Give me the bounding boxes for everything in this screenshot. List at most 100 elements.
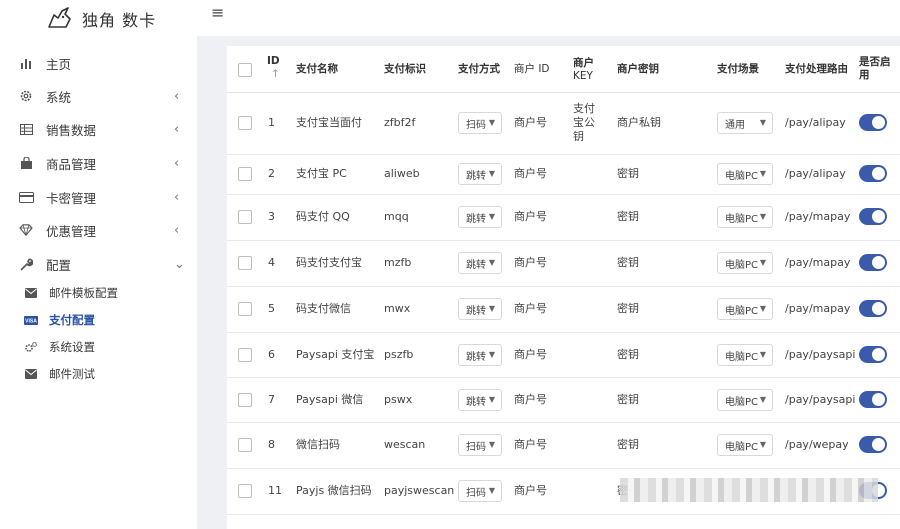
chevron-left-icon: ‹ xyxy=(174,189,180,205)
sidebar-subitem-payment-config[interactable]: VISA 支付配置 xyxy=(0,307,197,333)
row-checkbox[interactable] xyxy=(238,393,252,407)
caret-down-icon: ▼ xyxy=(488,258,495,267)
cell-route: /pay/mapay xyxy=(785,210,851,223)
enabled-toggle[interactable] xyxy=(859,208,887,225)
cell-code: wescan xyxy=(384,438,426,451)
row-checkbox[interactable] xyxy=(238,167,252,181)
hamburger-menu-icon[interactable]: ≡ xyxy=(211,3,224,22)
cell-route: /pay/mapay xyxy=(785,256,851,269)
sidebar-item-sales-data[interactable]: 销售数据 ‹ xyxy=(0,113,197,145)
select-all-checkbox[interactable] xyxy=(238,63,252,77)
shopping-bag-icon xyxy=(18,155,34,171)
method-select[interactable]: 扫码 ▼ xyxy=(458,434,502,456)
payment-table: ID ↑ 支付名称 支付标识 支付方式 商户 ID 商户 KEY 商户密钥 支付… xyxy=(227,46,900,529)
cell-id: 5 xyxy=(268,302,275,315)
cell-code: pswx xyxy=(384,393,413,406)
sidebar-subitem-system-settings[interactable]: 系统设置 xyxy=(0,334,197,360)
scene-select[interactable]: 通用 ▼ xyxy=(717,112,773,134)
sidebar-subitem-mail-template[interactable]: 邮件模板配置 xyxy=(0,280,197,306)
scene-select[interactable]: 电脑PC ▼ xyxy=(717,434,773,456)
sidebar-subitem-label: 邮件模板配置 xyxy=(49,286,118,300)
method-select[interactable]: 跳转 ▼ xyxy=(458,344,502,366)
method-select[interactable]: 跳转 ▼ xyxy=(458,298,502,320)
enabled-toggle[interactable] xyxy=(859,436,887,453)
cell-merchant-secret: 商户私钥 xyxy=(617,116,661,129)
cell-merchant-id: 商户号 xyxy=(514,484,547,497)
cell-code: payjswescan xyxy=(384,484,455,497)
blurred-overlay xyxy=(620,478,878,502)
table-row: 8 微信扫码 wescan 扫码 ▼ 商户号 密钥 电脑PC ▼/pay/wepay xyxy=(227,422,900,469)
sidebar-item-discounts[interactable]: 优惠管理 ‹ xyxy=(0,214,197,246)
enabled-toggle[interactable] xyxy=(859,254,887,271)
table-row: 4 码支付支付宝 mzfb 跳转 ▼ 商户号 密钥 电脑PC ▼/pay/mapay xyxy=(227,240,900,287)
cell-name: 支付宝当面付 xyxy=(296,116,362,129)
header-id[interactable]: ID xyxy=(267,55,280,68)
enabled-toggle[interactable] xyxy=(859,346,887,363)
top-navbar: ≡ xyxy=(197,0,900,36)
method-select-value: 跳转 xyxy=(466,396,486,408)
scene-select[interactable]: 电脑PC ▼ xyxy=(717,163,773,185)
envelope-icon xyxy=(24,286,38,300)
row-checkbox[interactable] xyxy=(238,116,252,130)
row-checkbox[interactable] xyxy=(238,302,252,316)
method-select[interactable]: 跳转 ▼ xyxy=(458,389,502,411)
scene-select[interactable]: 电脑PC ▼ xyxy=(717,389,773,411)
scene-select[interactable]: 电脑PC ▼ xyxy=(717,206,773,228)
table-icon xyxy=(18,121,34,137)
row-checkbox[interactable] xyxy=(238,256,252,270)
table-row: 2 支付宝 PC aliweb 跳转 ▼ 商户号 密钥 电脑PC ▼/pay/alipay xyxy=(227,154,900,195)
svg-text:VISA: VISA xyxy=(25,318,37,324)
gear-icon xyxy=(18,88,34,104)
cell-id: 6 xyxy=(268,348,275,361)
scene-select[interactable]: 电脑PC ▼ xyxy=(717,252,773,274)
credit-card-icon xyxy=(18,189,34,205)
cell-merchant-key: 宝公 xyxy=(573,116,595,129)
sidebar-item-label: 系统 xyxy=(46,89,72,105)
sidebar-subitem-mail-test[interactable]: 邮件测试 xyxy=(0,361,197,387)
method-select[interactable]: 扫码 ▼ xyxy=(458,112,502,134)
cell-name: Payjs 微信扫码 xyxy=(296,484,372,497)
method-select-value: 跳转 xyxy=(466,351,486,363)
scene-select[interactable]: 电脑PC ▼ xyxy=(717,344,773,366)
method-select[interactable]: 跳转 ▼ xyxy=(458,163,502,185)
row-checkbox[interactable] xyxy=(238,210,252,224)
row-checkbox[interactable] xyxy=(238,484,252,498)
caret-down-icon: ▼ xyxy=(759,258,766,267)
enabled-toggle[interactable] xyxy=(859,391,887,408)
row-checkbox[interactable] xyxy=(238,438,252,452)
enabled-toggle[interactable] xyxy=(859,165,887,182)
scene-select-value: 通用 xyxy=(725,119,745,131)
method-select[interactable]: 跳转 ▼ xyxy=(458,206,502,228)
sidebar-item-label: 主页 xyxy=(46,56,72,72)
cell-route: /pay/alipay xyxy=(785,116,846,129)
cell-id: 1 xyxy=(268,116,275,129)
cell-name: Paysapi 支付宝 xyxy=(296,348,375,361)
cell-code: aliweb xyxy=(384,167,420,180)
scene-select[interactable]: 电脑PC ▼ xyxy=(717,298,773,320)
method-select[interactable]: 扫码 ▼ xyxy=(458,480,502,502)
sidebar-item-config[interactable]: 配置 ⌄ xyxy=(0,248,197,280)
cell-code: zfbf2f xyxy=(384,116,416,129)
header-route: 支付处理路由 xyxy=(785,63,848,75)
cell-route: /pay/mapay xyxy=(785,302,851,315)
brand[interactable]: 独角 数卡 xyxy=(46,4,156,34)
method-select-value: 跳转 xyxy=(466,259,486,271)
caret-down-icon: ▼ xyxy=(488,350,495,359)
cell-route: /pay/paysapi xyxy=(785,393,856,406)
method-select-value: 跳转 xyxy=(466,170,486,182)
cell-merchant-id: 商户号 xyxy=(514,256,547,269)
cell-id: 2 xyxy=(268,167,275,180)
sidebar-item-card-keys[interactable]: 卡密管理 ‹ xyxy=(0,181,197,213)
method-select[interactable]: 跳转 ▼ xyxy=(458,252,502,274)
sort-arrow-icon[interactable]: ↑ xyxy=(271,68,280,81)
header-enabled-line1: 是否启 xyxy=(859,56,891,68)
enabled-toggle[interactable] xyxy=(859,300,887,317)
cell-merchant-id: 商户号 xyxy=(514,167,547,180)
enabled-toggle[interactable] xyxy=(859,114,887,131)
scene-select-value: 电脑PC xyxy=(725,259,759,271)
sidebar-item-home[interactable]: 主页 xyxy=(0,47,197,79)
sidebar-item-system[interactable]: 系统 ‹ xyxy=(0,80,197,112)
toggle-knob xyxy=(872,210,885,223)
sidebar-item-products[interactable]: 商品管理 ‹ xyxy=(0,147,197,179)
row-checkbox[interactable] xyxy=(238,348,252,362)
